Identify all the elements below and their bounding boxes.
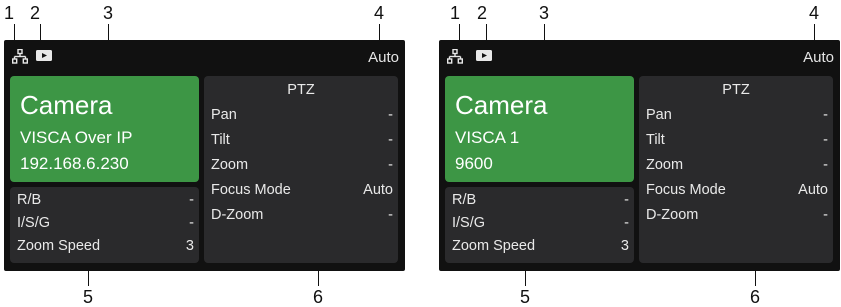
- info-row-rb: R/B -: [452, 192, 629, 212]
- camera-title: Camera: [20, 90, 113, 120]
- info-value: -: [189, 192, 194, 208]
- ptz-row-focus-mode: Focus Mode Auto: [646, 182, 828, 202]
- ptz-value: -: [823, 107, 828, 123]
- ptz-label: D-Zoom: [646, 207, 699, 223]
- callout-4: 4: [374, 3, 385, 23]
- callout-2: 2: [477, 3, 488, 23]
- ptz-value: Auto: [798, 182, 828, 198]
- ptz-value: -: [388, 207, 393, 223]
- image-info-panel: R/B - I/S/G - Zoom Speed 3: [10, 187, 199, 263]
- ptz-label: Pan: [211, 107, 237, 123]
- info-label: R/B: [17, 192, 42, 208]
- network-icon: [11, 48, 29, 69]
- ptz-value: -: [823, 132, 828, 148]
- ptz-label: Tilt: [646, 132, 665, 148]
- status-bar: Auto: [4, 40, 405, 72]
- callout-4: 4: [809, 3, 820, 23]
- camera-title: Camera: [455, 90, 548, 120]
- ptz-value: -: [823, 207, 828, 223]
- camera-screen: Auto Camera VISCA Over IP 192.168.6.230 …: [4, 40, 405, 271]
- info-row-isg: I/S/G -: [452, 215, 629, 235]
- callout-3: 3: [103, 3, 114, 23]
- ptz-value: -: [388, 157, 393, 173]
- info-label: Zoom Speed: [452, 238, 536, 254]
- info-label: Zoom Speed: [17, 238, 101, 254]
- record-icon: [36, 49, 52, 67]
- camera-address: 9600: [455, 154, 493, 173]
- info-label: I/S/G: [452, 215, 486, 231]
- status-bar: Auto: [439, 40, 840, 72]
- ptz-value: -: [388, 132, 393, 148]
- ptz-label: Focus Mode: [646, 182, 726, 198]
- ptz-row-zoom: Zoom -: [211, 157, 393, 177]
- ptz-label: Focus Mode: [211, 182, 291, 198]
- ptz-row-tilt: Tilt -: [211, 132, 393, 152]
- ptz-row-pan: Pan -: [646, 107, 828, 127]
- ptz-label: D-Zoom: [211, 207, 264, 223]
- callout-1: 1: [450, 3, 461, 23]
- callout-1: 1: [4, 3, 15, 23]
- ptz-row-tilt: Tilt -: [646, 132, 828, 152]
- ptz-title: PTZ: [722, 82, 750, 98]
- callout-6: 6: [313, 287, 324, 307]
- info-label: I/S/G: [17, 215, 51, 231]
- ptz-label: Pan: [646, 107, 672, 123]
- info-value: -: [624, 192, 629, 208]
- info-row-zoom-speed: Zoom Speed 3: [452, 238, 629, 258]
- network-icon: [446, 48, 464, 69]
- camera-panel[interactable]: Camera VISCA 1 9600: [445, 76, 634, 182]
- info-row-isg: I/S/G -: [17, 215, 194, 235]
- ptz-value: -: [823, 157, 828, 173]
- info-row-zoom-speed: Zoom Speed 3: [17, 238, 194, 258]
- ptz-row-d-zoom: D-Zoom -: [646, 207, 828, 227]
- ptz-row-d-zoom: D-Zoom -: [211, 207, 393, 227]
- camera-address: 192.168.6.230: [20, 154, 129, 173]
- info-label: R/B: [452, 192, 477, 208]
- ptz-panel: PTZ Pan - Tilt - Zoom - Focus Mode Auto …: [204, 76, 398, 263]
- info-value: -: [624, 215, 629, 231]
- ptz-value: -: [388, 107, 393, 123]
- info-value: -: [189, 215, 194, 231]
- camera-panel[interactable]: Camera VISCA Over IP 192.168.6.230: [10, 76, 199, 182]
- callout-3: 3: [539, 3, 550, 23]
- camera-protocol: VISCA Over IP: [20, 128, 133, 147]
- ptz-title: PTZ: [287, 82, 315, 98]
- ptz-row-focus-mode: Focus Mode Auto: [211, 182, 393, 202]
- info-row-rb: R/B -: [17, 192, 194, 212]
- image-info-panel: R/B - I/S/G - Zoom Speed 3: [445, 187, 634, 263]
- info-value: 3: [185, 238, 194, 254]
- camera-protocol: VISCA 1: [455, 128, 520, 147]
- callout-2: 2: [30, 3, 41, 23]
- mode-status: Auto: [368, 49, 399, 66]
- callout-6: 6: [750, 287, 761, 307]
- camera-screen: Auto Camera VISCA 1 9600 R/B - I/S/G - Z…: [439, 40, 840, 271]
- info-value: 3: [620, 238, 629, 254]
- mode-status: Auto: [803, 49, 834, 66]
- record-icon: [476, 49, 492, 67]
- callout-5: 5: [520, 287, 531, 307]
- callout-5: 5: [83, 287, 94, 307]
- ptz-value: Auto: [363, 182, 393, 198]
- ptz-row-pan: Pan -: [211, 107, 393, 127]
- ptz-panel: PTZ Pan - Tilt - Zoom - Focus Mode Auto …: [639, 76, 833, 263]
- ptz-row-zoom: Zoom -: [646, 157, 828, 177]
- ptz-label: Tilt: [211, 132, 230, 148]
- ptz-label: Zoom: [211, 157, 249, 173]
- ptz-label: Zoom: [646, 157, 684, 173]
